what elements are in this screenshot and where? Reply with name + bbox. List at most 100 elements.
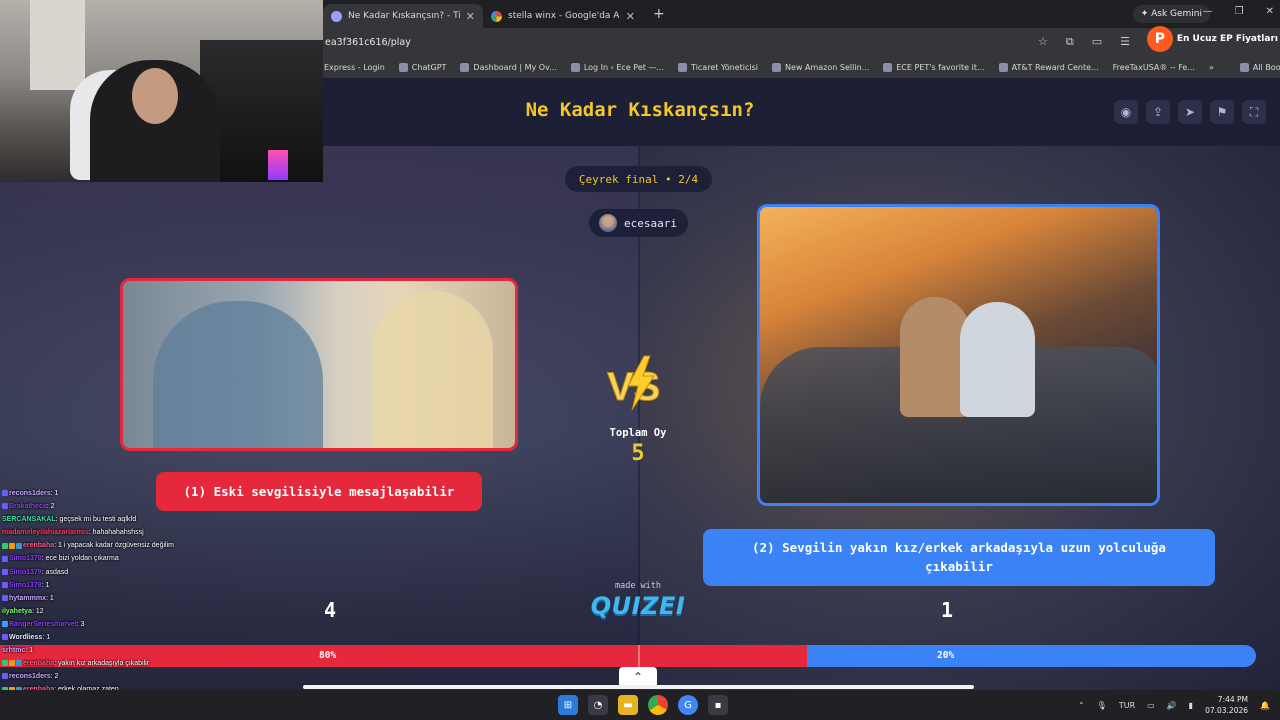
minimize-icon[interactable]: — xyxy=(1203,6,1213,17)
notification-icon[interactable]: 🔔 xyxy=(1260,701,1270,710)
chat-badge-icon xyxy=(2,660,8,667)
led-light xyxy=(268,150,288,180)
windows-start-icon[interactable]: ⊞ xyxy=(558,695,578,715)
chat-badge-icon xyxy=(2,490,8,497)
chat-message: erenbaha: yakın kız arkadaşıyla çıkabili… xyxy=(2,657,332,670)
chat-username[interactable]: Brakatheca xyxy=(9,503,47,510)
chat-username[interactable]: Simo1379 xyxy=(9,569,42,576)
chat-username[interactable]: recons1ders xyxy=(9,673,51,680)
new-tab-button[interactable]: + xyxy=(643,6,675,22)
chat-message: Brakatheca: 2 xyxy=(2,500,332,513)
chat-text: : 3 xyxy=(76,620,85,628)
clock-time: 7:44 PM xyxy=(1217,695,1249,704)
quizei-logo[interactable]: QUIZEI xyxy=(578,592,698,620)
chat-badge-icon xyxy=(9,660,15,667)
horizontal-scrollbar[interactable] xyxy=(303,685,974,689)
chat-username[interactable]: SERCANSAKAL xyxy=(2,516,56,523)
chat-username[interactable]: Simo1379 xyxy=(9,555,42,562)
chat-username[interactable]: erenbaha xyxy=(23,660,54,667)
tab-google-search[interactable]: stella winx - Google'da Ara ✕ xyxy=(483,4,643,28)
menu-icon[interactable]: ☰ xyxy=(1120,35,1130,49)
flag-icon[interactable]: ⚑ xyxy=(1210,100,1234,124)
chrome-icon[interactable] xyxy=(648,695,668,715)
chat-badge-icon xyxy=(2,634,8,641)
bookmark-item[interactable]: Ticaret Yöneticisi xyxy=(678,62,758,72)
chat-message: ilyahetya: 12 xyxy=(2,605,332,618)
share-icon[interactable]: ⇪ xyxy=(1146,100,1170,124)
folder-icon[interactable]: ▬ xyxy=(618,695,638,715)
chat-username[interactable]: srhtmc xyxy=(2,647,25,654)
option-left-image[interactable] xyxy=(120,278,518,451)
chat-username[interactable]: madameleyilahiazarlarmis xyxy=(2,529,89,536)
chat-text: : 2 xyxy=(50,673,59,681)
close-icon[interactable]: ✕ xyxy=(466,10,475,23)
bookmark-item[interactable]: AT&T Reward Cente... xyxy=(998,62,1099,72)
tab-quiz[interactable]: Ne Kadar Kıskançsın? - Tier List ✕ xyxy=(323,4,483,28)
network-icon[interactable]: ▭ xyxy=(1147,701,1155,710)
cast-icon[interactable]: ▭ xyxy=(1092,35,1102,49)
chat-text: : 1 xyxy=(42,634,51,642)
chat-badge-icon xyxy=(16,542,22,549)
bookmark-item[interactable]: Express - Login xyxy=(324,63,385,72)
user-badge: ecesaari xyxy=(589,209,688,237)
chat-username[interactable]: ilyahetya xyxy=(2,608,32,615)
app-icon[interactable]: ◔ xyxy=(588,695,608,715)
bookmark-item[interactable]: FreeTaxUSA® -- Fe... xyxy=(1113,63,1195,72)
bar-center-marker xyxy=(638,645,640,667)
chat-text: : asdasd xyxy=(41,568,69,576)
chat-badge-icon xyxy=(2,621,8,628)
bookmark-item[interactable]: Log In ‹ Ece Pet —... xyxy=(570,62,664,72)
taskbar-apps: ⊞ ◔ ▬ G ▪ xyxy=(558,695,728,715)
bookmark-item[interactable]: Dashboard | My Ov... xyxy=(460,62,557,72)
chevron-up-icon[interactable]: ⌃ xyxy=(619,667,657,687)
ask-gemini-button[interactable]: ✦ Ask Gemini xyxy=(1132,5,1210,23)
close-window-icon[interactable]: ✕ xyxy=(1266,6,1274,17)
chat-username[interactable]: recons1ders xyxy=(9,490,51,497)
microphone-icon[interactable]: 🎙 xyxy=(1097,701,1107,710)
chat-badge-icon xyxy=(2,568,8,575)
system-tray: ⌃ 🎙 TUR ▭ 🔊 ▮ 7:44 PM 07.03.2026 🔔 xyxy=(1078,690,1270,720)
promo-text: En Ucuz EP Fiyatları xyxy=(1176,34,1278,44)
chat-text: : 1 xyxy=(25,647,34,655)
chat-text: : hahahahahshssj xyxy=(88,529,144,537)
chat-text: : 1 i yapacak kadar özgüvensiz değilim xyxy=(54,542,174,550)
chat-username[interactable]: RangerSeriesmarvel xyxy=(9,621,77,628)
stream-chat: recons1ders: 1 Brakatheca: 2 SERCANSAKAL: … xyxy=(2,487,332,720)
extensions-icon[interactable]: ⧉ xyxy=(1066,35,1074,49)
url-field[interactable]: ea3f361c616/play xyxy=(323,37,411,48)
chat-message: Simo1379: ece bizi yoldan çıkarma xyxy=(2,552,332,565)
bookmark-item[interactable]: New Amazon Sellin... xyxy=(772,62,869,72)
chat-username[interactable]: Simo1379 xyxy=(9,582,42,589)
fullscreen-icon[interactable]: ⛶ xyxy=(1242,100,1266,124)
eye-icon[interactable]: ◉ xyxy=(1114,100,1138,124)
username: ecesaari xyxy=(624,216,677,230)
total-votes-value: 5 xyxy=(631,441,645,466)
bookmark-item[interactable]: ChatGPT xyxy=(398,62,446,72)
chat-message: erenbaha: 1 i yapacak kadar özgüvensiz d… xyxy=(2,539,332,552)
bookmarks-more-button[interactable]: » xyxy=(1209,63,1214,72)
webcam-overlay xyxy=(0,0,323,182)
bookmark-item[interactable]: ECE PET's favorite it... xyxy=(883,62,985,72)
clock[interactable]: 7:44 PM 07.03.2026 xyxy=(1205,694,1248,716)
restore-icon[interactable]: ❐ xyxy=(1235,6,1244,17)
chat-message: srhtmc: 1 xyxy=(2,644,332,657)
chevron-up-icon[interactable]: ⌃ xyxy=(1078,701,1085,710)
language-indicator[interactable]: TUR xyxy=(1119,701,1135,710)
tab-title: Ne Kadar Kıskançsın? - Tier List xyxy=(348,11,460,21)
chat-badge-icon xyxy=(16,660,22,667)
bookmark-star-icon[interactable]: ☆ xyxy=(1038,35,1048,49)
battery-icon[interactable]: ▮ xyxy=(1189,701,1193,710)
option-right-button[interactable]: (2) Sevgilin yakın kız/erkek arkadaşıyla… xyxy=(703,529,1215,586)
chat-message: SERCANSAKAL: geçsek mi bu testi aqlkfd xyxy=(2,513,332,526)
chat-username[interactable]: hytammmx xyxy=(9,595,46,602)
obs-icon[interactable]: ▪ xyxy=(708,695,728,715)
volume-icon[interactable]: 🔊 xyxy=(1167,701,1177,710)
google-icon[interactable]: G xyxy=(678,695,698,715)
send-icon[interactable]: ➤ xyxy=(1178,100,1202,124)
close-icon[interactable]: ✕ xyxy=(626,10,635,23)
man-figure xyxy=(960,302,1035,417)
option-right-image[interactable] xyxy=(757,204,1160,506)
chat-username[interactable]: Wordliess xyxy=(9,634,42,641)
chat-username[interactable]: erenbaha xyxy=(23,542,54,549)
all-bookmarks-button[interactable]: All Bookmarks xyxy=(1239,62,1280,72)
